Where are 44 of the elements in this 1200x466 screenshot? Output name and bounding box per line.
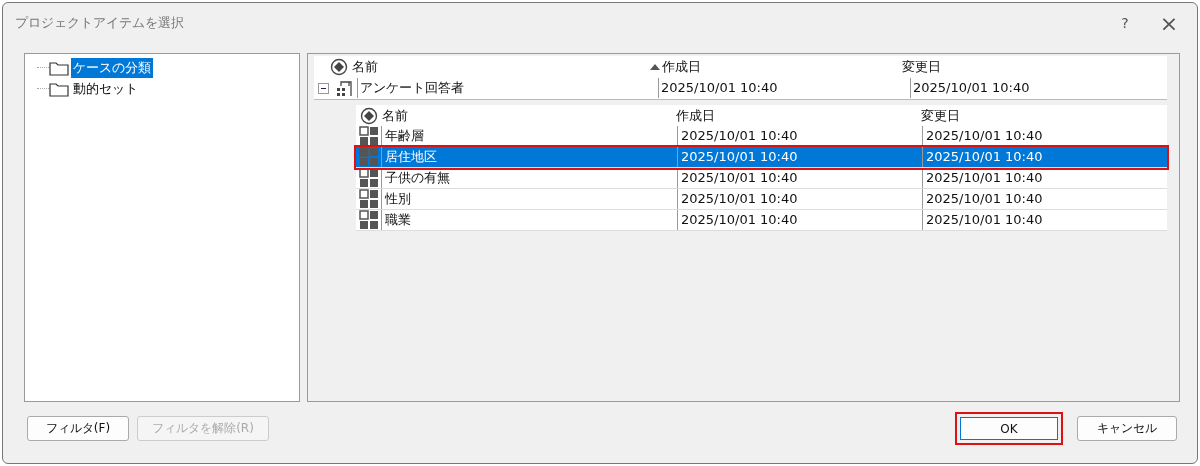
- table-row[interactable]: 職業 2025/10/01 10:40 2025/10/01 10:40: [356, 210, 1167, 231]
- table-cell: 2025/10/01 10:40: [922, 147, 1167, 167]
- tree-item[interactable]: ケースの分類: [71, 57, 153, 78]
- close-button[interactable]: ×: [1147, 10, 1191, 36]
- dialog-button[interactable]: キャンセル: [1077, 416, 1177, 441]
- table-cell: 2025/10/01 10:40: [658, 78, 910, 98]
- help-button[interactable]: ?: [1103, 15, 1147, 31]
- table-row[interactable]: 性別 2025/10/01 10:40 2025/10/01 10:40: [356, 189, 1167, 210]
- column-chooser-icon[interactable]: [330, 57, 348, 76]
- folder-icon: [49, 80, 69, 97]
- grid-icon: [359, 147, 379, 167]
- table-row[interactable]: 子供の有無 2025/10/01 10:40 2025/10/01 10:40: [356, 168, 1167, 189]
- table-row[interactable]: 居住地区 2025/10/01 10:40 2025/10/01 10:40: [356, 147, 1167, 168]
- table-cell: 2025/10/01 10:40: [922, 168, 1167, 188]
- column-header[interactable]: 作成日: [676, 106, 921, 125]
- table-cell: アンケート回答者: [357, 78, 658, 98]
- column-header[interactable]: 変更日: [921, 106, 1166, 125]
- table-cell: 2025/10/01 10:40: [922, 210, 1167, 230]
- table-cell: 職業: [381, 210, 677, 230]
- tree-item[interactable]: 動的セット: [71, 78, 140, 99]
- column-header[interactable]: 作成日: [650, 57, 902, 76]
- column-header[interactable]: 名前: [382, 106, 676, 125]
- table-cell: 居住地区: [381, 147, 677, 167]
- table-cell: 子供の有無: [381, 168, 677, 188]
- dialog-button[interactable]: OK: [955, 412, 1063, 445]
- table-cell: 性別: [381, 189, 677, 209]
- grid-icon: [359, 168, 379, 188]
- table-cell: 2025/10/01 10:40: [677, 168, 922, 188]
- window-title: プロジェクトアイテムを選択: [15, 14, 185, 32]
- column-header[interactable]: 名前: [352, 57, 650, 76]
- folder-icon: [49, 59, 69, 76]
- grid-icon: [359, 189, 379, 209]
- table-cell: 2025/10/01 10:40: [677, 147, 922, 167]
- collapse-toggle[interactable]: [318, 82, 329, 94]
- grid-icon: [359, 210, 379, 230]
- column-header[interactable]: 変更日: [902, 57, 1154, 76]
- filter-button[interactable]: フィルタ(F): [27, 416, 129, 441]
- table-cell: 2025/10/01 10:40: [922, 189, 1167, 209]
- sort-ascending-icon: [650, 63, 660, 70]
- column-chooser-icon[interactable]: [360, 106, 378, 125]
- table-cell: 2025/10/01 10:40: [677, 189, 922, 209]
- table-cell: 2025/10/01 10:40: [910, 78, 1162, 98]
- table-cell: 2025/10/01 10:40: [677, 210, 922, 230]
- table-row[interactable]: 年齢層 2025/10/01 10:40 2025/10/01 10:40: [356, 126, 1167, 147]
